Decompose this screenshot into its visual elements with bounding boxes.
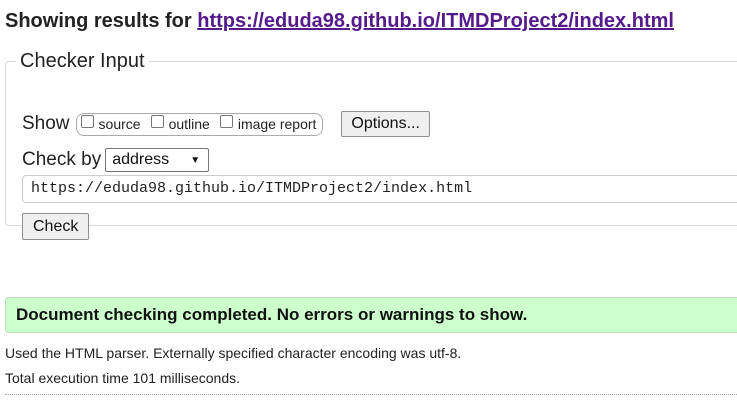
show-option-outline[interactable]: outline xyxy=(150,114,210,132)
results-url-link[interactable]: https://eduda98.github.io/ITMDProject2/i… xyxy=(197,10,674,32)
check-by-label: Check by xyxy=(22,149,102,170)
page: Showing results for https://eduda98.gith… xyxy=(0,0,737,404)
address-input[interactable]: https://eduda98.github.io/ITMDProject2/i… xyxy=(22,175,737,203)
outline-checkbox[interactable] xyxy=(150,114,164,128)
image-report-label: image report xyxy=(237,116,317,132)
divider xyxy=(5,394,737,395)
show-options-group: source outline image report xyxy=(75,112,324,136)
results-heading: Showing results for https://eduda98.gith… xyxy=(5,10,674,33)
image-report-checkbox[interactable] xyxy=(219,114,233,128)
check-by-selected-value: address xyxy=(112,151,170,168)
outline-label: outline xyxy=(168,116,210,132)
show-row: Show source outline image report Options… xyxy=(22,111,430,137)
show-option-image-report[interactable]: image report xyxy=(219,114,317,132)
options-button[interactable]: Options... xyxy=(341,111,430,137)
checker-input-legend: Checker Input xyxy=(20,50,145,72)
source-label: source xyxy=(98,116,141,132)
parser-info: Used the HTML parser. Externally specifi… xyxy=(5,345,462,361)
success-message: Document checking completed. No errors o… xyxy=(5,297,737,333)
execution-time-info: Total execution time 101 milliseconds. xyxy=(5,370,241,386)
show-option-source[interactable]: source xyxy=(80,114,141,132)
checker-input-fieldset: Checker Input Show source outline image … xyxy=(5,50,737,240)
show-label: Show xyxy=(22,113,70,134)
chevron-down-icon: ▼ xyxy=(190,154,201,166)
source-checkbox[interactable] xyxy=(80,114,94,128)
check-button[interactable]: Check xyxy=(22,213,90,240)
results-heading-prefix: Showing results for xyxy=(5,10,192,32)
check-by-select[interactable]: address ▼ xyxy=(105,148,210,172)
check-by-row: Check by address ▼ xyxy=(22,148,210,172)
